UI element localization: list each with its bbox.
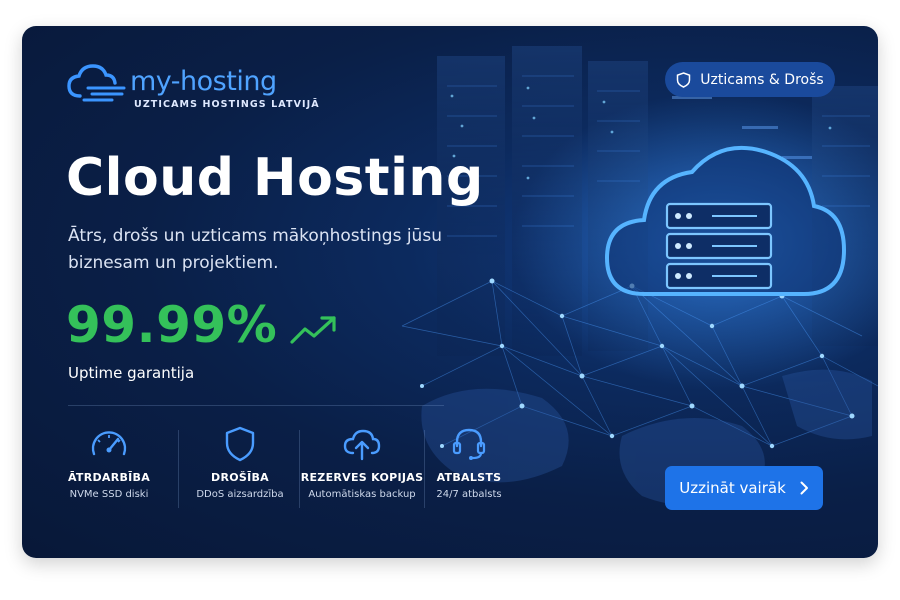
feature-speed: ĀTRDARBĪBA NVMe SSD diski — [44, 426, 174, 508]
feature-title: ĀTRDARBĪBA — [67, 471, 151, 484]
brand-tagline: UZTICAMS HOSTINGS LATVIJĀ — [134, 99, 320, 110]
shield-icon — [225, 426, 255, 462]
learn-more-button[interactable]: Uzzināt vairāk — [665, 466, 823, 510]
uptime-value: 99.99% — [66, 296, 278, 354]
hero-subtitle: Ātrs, drošs un uzticams mākoņhostings jū… — [68, 226, 442, 273]
hero-banner: my-hosting UZTICAMS HOSTINGS LATVIJĀ Uzt… — [22, 26, 878, 558]
uptime-label: Uptime garantija — [68, 364, 195, 382]
brand-name: my-hosting — [130, 66, 277, 97]
feature-list: ĀTRDARBĪBA NVMe SSD diski DROŠĪBA DDoS a… — [44, 426, 514, 508]
feature-separator — [178, 430, 179, 508]
feature-title: ATBALSTS — [436, 471, 502, 484]
chevron-right-icon — [800, 481, 808, 495]
feature-desc: NVMe SSD diski — [69, 489, 149, 500]
cloud-upload-icon — [343, 429, 381, 461]
feature-desc: Automātiskas backup — [308, 489, 416, 500]
learn-more-label: Uzzināt vairāk — [679, 479, 786, 497]
feature-separator — [424, 430, 425, 508]
trust-badge: Uzticams & Drošs — [665, 62, 835, 97]
feature-desc: 24/7 atbalsts — [436, 489, 502, 500]
page-title: Cloud Hosting — [66, 148, 484, 208]
feature-desc: DDoS aizsardzība — [196, 489, 284, 500]
cloud-logo-icon — [67, 64, 126, 102]
feature-title: REZERVES KOPIJAS — [300, 471, 424, 484]
feature-backup: REZERVES KOPIJAS Automātiskas backup — [300, 426, 424, 508]
feature-security: DROŠĪBA DDoS aizsardzība — [180, 426, 300, 508]
feature-title: DROŠĪBA — [211, 471, 269, 484]
headset-icon — [452, 428, 486, 460]
speedometer-icon — [91, 431, 127, 456]
shield-icon — [677, 71, 691, 88]
trend-up-icon — [290, 316, 336, 344]
brand-logo[interactable]: my-hosting UZTICAMS HOSTINGS LATVIJĀ — [66, 62, 319, 114]
feature-support: ATBALSTS 24/7 atbalsts — [428, 426, 510, 508]
trust-badge-label: Uzticams & Drošs — [700, 71, 824, 88]
divider — [68, 405, 444, 406]
